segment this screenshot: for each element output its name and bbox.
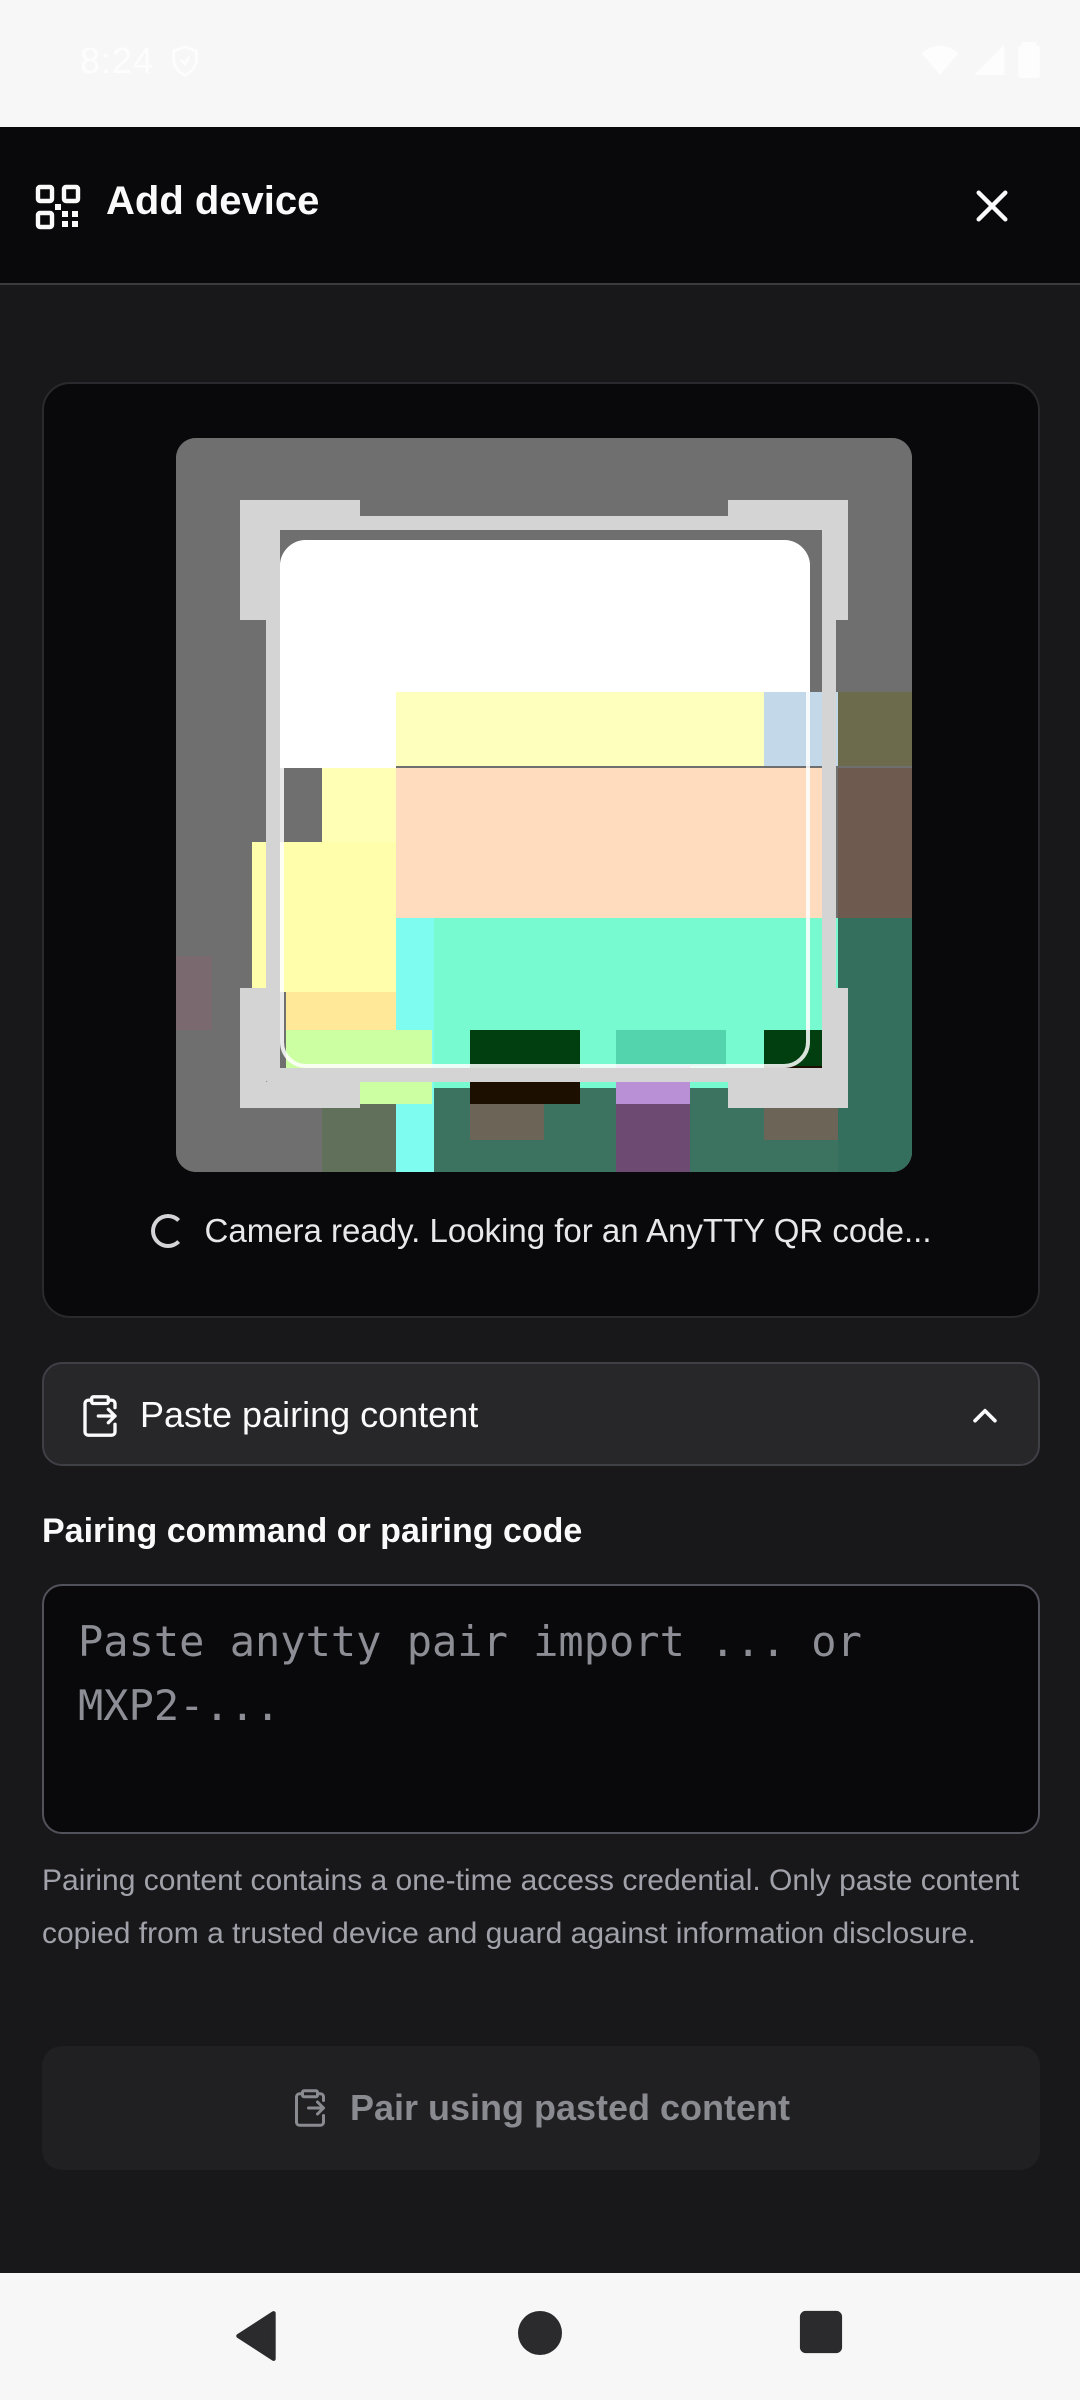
close-button[interactable]	[962, 176, 1022, 236]
clipboard-icon	[83, 1395, 117, 1437]
placeholder-line: MXP2-...	[78, 1681, 281, 1730]
security-help-text: Pairing content contains a one-time acce…	[42, 1864, 1020, 1950]
vpn-shield-icon	[172, 45, 198, 77]
preview-block	[838, 692, 912, 766]
preview-block	[470, 1104, 544, 1140]
preview-block	[764, 1104, 838, 1140]
preview-block	[838, 768, 912, 918]
viewfinder-outline	[280, 540, 810, 1068]
qr-code-icon	[35, 184, 81, 230]
pair-pasted-button[interactable]: Pair using pasted content	[42, 2046, 1040, 2170]
wifi-icon	[921, 45, 959, 75]
battery-icon	[1018, 42, 1040, 78]
paste-pairing-toggle[interactable]: Paste pairing content	[42, 1362, 1040, 1466]
pairing-field-label: Pairing command or pairing code	[42, 1512, 583, 1550]
app-bar: Add device	[0, 127, 1080, 285]
preview-block	[616, 1104, 690, 1172]
preview-block	[322, 1104, 396, 1172]
page-title: Add device	[106, 179, 320, 223]
system-nav-bar	[0, 2273, 1080, 2400]
close-icon	[976, 190, 1008, 222]
status-icons	[920, 42, 1040, 78]
camera-preview[interactable]	[176, 438, 912, 1172]
status-time: 8:24	[80, 40, 202, 82]
placeholder-line: Paste anytty pair import ... or	[78, 1617, 862, 1666]
scanner-status: Camera ready. Looking for an AnyTTY QR c…	[44, 1212, 1038, 1250]
clipboard-icon	[294, 2089, 325, 2127]
recents-icon[interactable]	[798, 2309, 844, 2355]
status-bar: 8:24	[0, 0, 1080, 127]
preview-block	[176, 956, 212, 1030]
pair-button-label: Pair using pasted content	[349, 2087, 791, 2128]
back-icon[interactable]	[232, 2309, 282, 2363]
signal-icon	[973, 44, 1005, 76]
scanner-status-text: Camera ready. Looking for an AnyTTY QR c…	[204, 1212, 932, 1249]
paste-toggle-label: Paste pairing content	[140, 1394, 479, 1435]
pairing-content-input[interactable]: Paste anytty pair import ... or MXP2-...	[42, 1584, 1040, 1834]
qr-scanner-card: Camera ready. Looking for an AnyTTY QR c…	[42, 382, 1040, 1318]
status-time-text: 8:24	[80, 40, 155, 81]
home-icon[interactable]	[516, 2309, 564, 2357]
chevron-up-icon	[973, 1408, 997, 1423]
loading-spinner-icon	[150, 1214, 185, 1248]
preview-block	[838, 918, 912, 1172]
